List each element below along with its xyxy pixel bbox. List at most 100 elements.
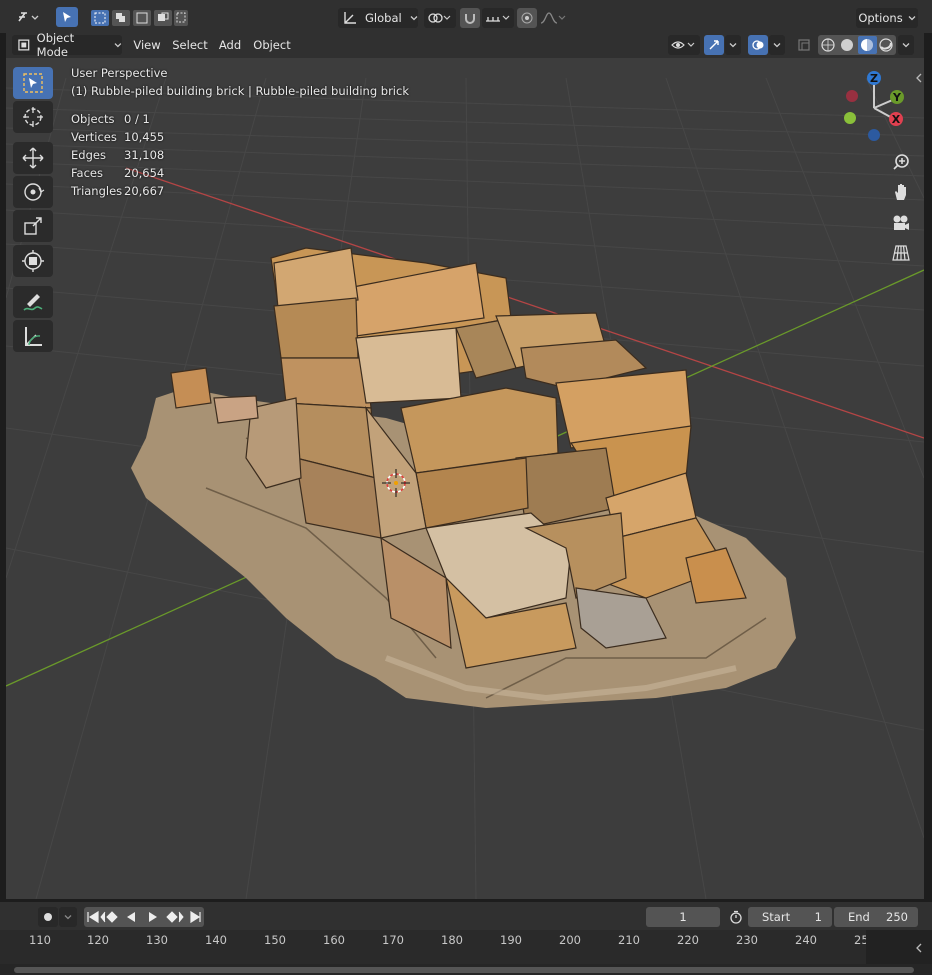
- frame-tick: 170: [382, 933, 404, 947]
- transform-orientation-label: Global: [365, 11, 402, 25]
- snap-target-select[interactable]: [482, 8, 514, 28]
- start-frame-field[interactable]: Start 1: [748, 907, 832, 927]
- menu-add[interactable]: Add: [214, 35, 246, 55]
- select-box-tool[interactable]: [13, 67, 53, 99]
- frame-tick: 240: [795, 933, 817, 947]
- hand-icon: [895, 184, 906, 200]
- zoom-icon: [893, 154, 909, 170]
- frame-tick: 120: [87, 933, 109, 947]
- stat-row-triangles: Triangles 20,667: [71, 184, 164, 202]
- gizmo-toggle[interactable]: [704, 35, 724, 55]
- pivot-point-select[interactable]: [424, 8, 456, 28]
- keying-menu[interactable]: [59, 907, 77, 927]
- stat-value: 31,108: [124, 148, 165, 162]
- sidebar-toggle-icon[interactable]: [914, 942, 924, 954]
- stat-key: Edges: [71, 148, 106, 162]
- menu-add-label: Add: [218, 38, 242, 52]
- navigation-gizmo[interactable]: Z Y X: [834, 68, 914, 148]
- camera-icon: [893, 215, 909, 230]
- stat-value: 20,654: [124, 166, 165, 180]
- frame-tick: 190: [500, 933, 522, 947]
- menu-object[interactable]: Object: [250, 35, 294, 55]
- object-mode-icon: [18, 39, 30, 51]
- zoom-button[interactable]: [888, 149, 914, 175]
- proportional-falloff-select[interactable]: [538, 8, 568, 28]
- options-label: Options: [858, 11, 903, 25]
- chevron-down-icon: [64, 915, 72, 920]
- rotate-icon: [24, 183, 45, 201]
- annotate-tool[interactable]: [13, 286, 53, 318]
- selection-modes-icon[interactable]: [90, 9, 188, 27]
- stat-value: 0 / 1: [124, 112, 150, 126]
- stat-row-objects: Objects 0 / 1: [71, 112, 164, 130]
- start-value: 1: [814, 910, 822, 924]
- cursor-icon: [63, 12, 71, 22]
- current-frame-field[interactable]: 1: [646, 907, 720, 927]
- chevron-down-icon: [908, 16, 916, 21]
- chevron-down-icon: [773, 43, 781, 48]
- perspective-label: User Perspective: [71, 66, 168, 80]
- frame-tick: 160: [323, 933, 345, 947]
- start-label: Start: [762, 910, 791, 924]
- sidebar-toggle-icon[interactable]: [914, 72, 924, 84]
- proportional-edit-toggle[interactable]: [517, 8, 537, 28]
- stat-row-edges: Edges 31,108: [71, 148, 164, 166]
- camera-view-button[interactable]: [888, 210, 914, 236]
- crosshair-icon: [23, 107, 43, 127]
- gizmo-menu[interactable]: [725, 35, 741, 55]
- preview-range-toggle[interactable]: [726, 907, 746, 927]
- options-button[interactable]: Options: [856, 8, 918, 28]
- cursor-tool[interactable]: [13, 101, 53, 133]
- gizmo-z-label: Z: [870, 72, 878, 85]
- playback-icons[interactable]: [85, 909, 203, 925]
- shading-modes-icon[interactable]: [818, 36, 896, 54]
- measure-tool[interactable]: [13, 320, 53, 352]
- eye-icon: [671, 41, 695, 49]
- viewport-header: Global Options: [0, 0, 932, 33]
- editor-type-icon: [18, 12, 39, 22]
- mode-select[interactable]: Object Mode: [12, 31, 122, 59]
- frame-tick: 130: [146, 933, 168, 947]
- ortho-toggle-button[interactable]: [888, 240, 914, 266]
- chevron-down-icon: [729, 43, 737, 48]
- chevron-down-icon: [902, 43, 910, 48]
- transform-tool[interactable]: [13, 245, 53, 277]
- chevron-down-icon: [410, 16, 418, 21]
- select-box-tool-button[interactable]: [56, 7, 78, 27]
- visibility-select[interactable]: [668, 35, 700, 55]
- xray-toggle[interactable]: [794, 35, 814, 55]
- menu-select[interactable]: Select: [168, 35, 212, 55]
- move-icon: [22, 147, 44, 169]
- scene-statistics: Objects 0 / 1 Vertices 10,455 Edges 31,108 …: [71, 112, 164, 202]
- rotate-tool[interactable]: [13, 176, 53, 208]
- gizmo-x-label: X: [892, 113, 901, 126]
- menu-view[interactable]: View: [130, 35, 164, 55]
- pivot-icon: [428, 13, 451, 23]
- transform-orientation-select[interactable]: Global: [338, 8, 418, 28]
- snap-toggle[interactable]: [460, 8, 480, 28]
- shading-menu[interactable]: [898, 35, 914, 55]
- frame-tick: 110: [29, 933, 51, 947]
- shading-modes: [818, 35, 896, 55]
- overlays-icon: [752, 40, 764, 50]
- magnet-icon: [465, 14, 475, 24]
- gizmo-icon: [709, 40, 719, 50]
- scale-tool[interactable]: [13, 210, 53, 242]
- end-frame-field[interactable]: End 250: [834, 907, 918, 927]
- snap-increment-icon: [486, 15, 510, 22]
- frame-tick: 200: [559, 933, 581, 947]
- stat-value: 10,455: [124, 130, 165, 144]
- timeline-ruler[interactable]: 110 120 130 140 150 160 170 180 190 200 …: [0, 930, 932, 975]
- overlays-menu[interactable]: [769, 35, 785, 55]
- move-tool[interactable]: [13, 142, 53, 174]
- auto-keying-toggle[interactable]: [38, 907, 58, 927]
- 3d-viewport[interactable]: User Perspective (1) Rubble-piled buildi…: [6, 58, 924, 899]
- stat-key: Vertices: [71, 130, 117, 144]
- xray-icon: [798, 39, 810, 51]
- overlays-toggle[interactable]: [748, 35, 768, 55]
- timeline-scrollbar[interactable]: [14, 967, 914, 973]
- editor-type-button[interactable]: [14, 7, 44, 27]
- stat-row-vertices: Vertices 10,455: [71, 130, 164, 148]
- pan-button[interactable]: [888, 179, 914, 205]
- proportional-edit-icon: [521, 12, 533, 24]
